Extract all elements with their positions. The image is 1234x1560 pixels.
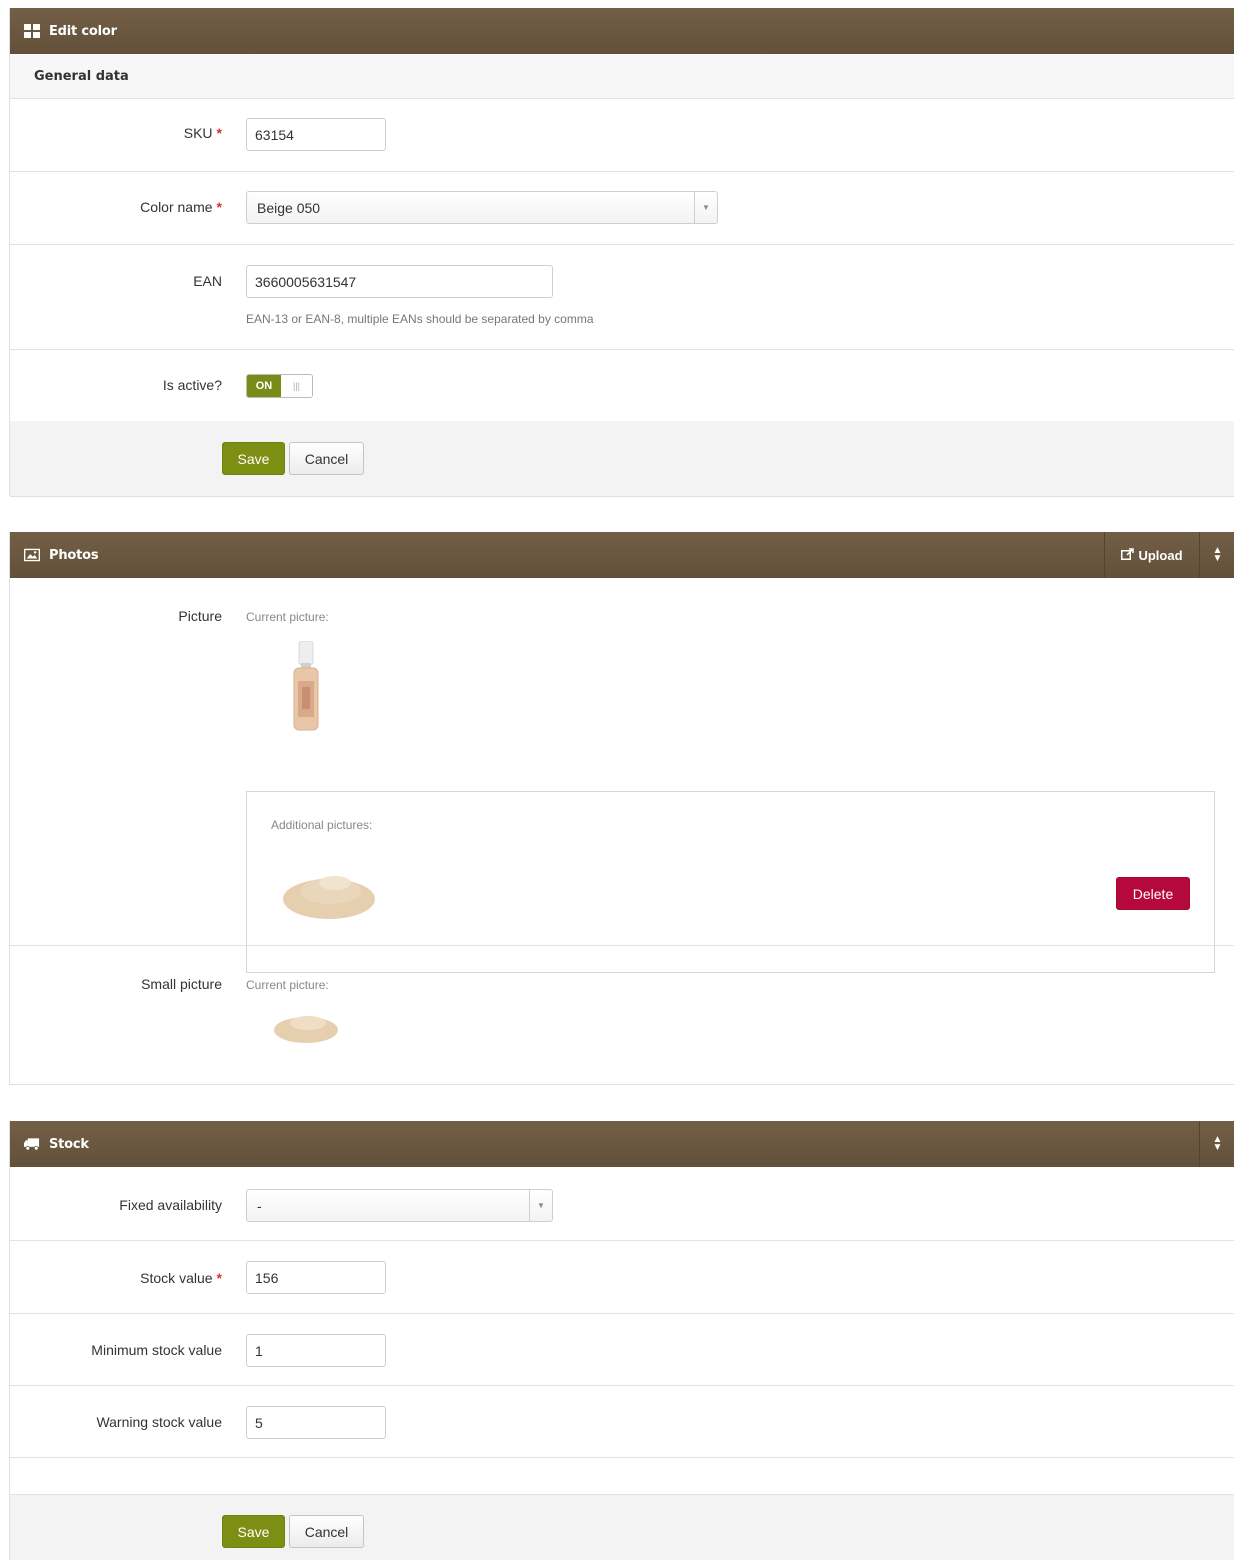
toggle-handle-icon: ||| <box>281 375 312 397</box>
stock-panel: Stock ▲ ▼ Fixed availability - ▼ Stock va… <box>9 1121 1234 1560</box>
photos-header: Photos Upload ▲ ▼ <box>10 532 1234 578</box>
color-name-value: Beige 050 <box>257 199 321 216</box>
truck-icon <box>24 1137 40 1151</box>
stock-value-label: Stock value * <box>140 1270 222 1286</box>
is-active-row: Is active? ON ||| <box>10 350 1234 421</box>
stock-save-button[interactable]: Save <box>222 1515 285 1548</box>
color-name-select[interactable]: Beige 050 ▼ <box>246 191 718 224</box>
toggle-on-label: ON <box>247 375 281 397</box>
picture-label: Picture <box>178 608 222 624</box>
photos-panel: Photos Upload ▲ ▼ Picture Current picture… <box>9 532 1234 1085</box>
minimum-stock-input[interactable]: 1 <box>246 1334 386 1367</box>
sku-label: SKU * <box>183 125 222 141</box>
ean-hint: EAN-13 or EAN-8, multiple EANs should be… <box>246 312 594 326</box>
small-swatch-image <box>272 1008 340 1046</box>
edit-color-title: Edit color <box>49 23 117 39</box>
is-active-label: Is active? <box>162 377 222 393</box>
small-current-picture-label: Current picture: <box>246 978 329 992</box>
stock-value-input[interactable]: 156 <box>246 1261 386 1294</box>
general-data-subheader: General data <box>10 54 1234 99</box>
warning-stock-label: Warning stock value <box>96 1414 222 1430</box>
sort-icon: ▲ ▼ <box>1212 545 1223 564</box>
fixed-availability-value: - <box>257 1197 262 1214</box>
color-name-label: Color name * <box>140 199 222 215</box>
sku-input[interactable]: 63154 <box>246 118 386 151</box>
external-link-icon <box>1121 547 1135 563</box>
save-button[interactable]: Save <box>222 442 285 475</box>
fixed-availability-row: Fixed availability - ▼ <box>10 1167 1234 1241</box>
photos-collapse-toggle[interactable]: ▲ ▼ <box>1199 532 1234 578</box>
current-picture-label: Current picture: <box>246 610 329 624</box>
is-active-toggle[interactable]: ON ||| <box>246 374 313 398</box>
stock-cancel-button[interactable]: Cancel <box>289 1515 364 1548</box>
ean-row: EAN 3660005631547 EAN-13 or EAN-8, multi… <box>10 245 1234 350</box>
small-picture-label: Small picture <box>141 976 222 992</box>
foundation-swatch-image <box>279 865 379 925</box>
upload-button[interactable]: Upload <box>1104 532 1199 578</box>
additional-pictures-label: Additional pictures: <box>271 818 373 832</box>
edit-color-actions: Save Cancel <box>10 421 1234 497</box>
fixed-availability-label: Fixed availability <box>119 1197 222 1213</box>
chevron-down-icon: ▼ <box>694 192 717 223</box>
fixed-availability-select[interactable]: - ▼ <box>246 1189 553 1222</box>
stock-title: Stock <box>49 1136 89 1152</box>
stock-value-row: Stock value * 156 <box>10 1241 1234 1314</box>
stock-header: Stock ▲ ▼ <box>10 1121 1234 1167</box>
sort-icon: ▲ ▼ <box>1212 1134 1223 1153</box>
stock-spacer <box>10 1458 1234 1494</box>
grid-icon <box>24 24 40 38</box>
color-name-row: Color name * Beige 050 ▼ <box>10 172 1234 245</box>
cancel-button[interactable]: Cancel <box>289 442 364 475</box>
image-icon <box>24 548 40 562</box>
stock-actions: Save Cancel <box>10 1494 1234 1560</box>
delete-picture-button[interactable]: Delete <box>1116 877 1190 910</box>
sku-row: SKU * 63154 <box>10 99 1234 172</box>
upload-label: Upload <box>1138 547 1183 563</box>
photos-title: Photos <box>49 547 99 563</box>
minimum-stock-label: Minimum stock value <box>91 1342 222 1358</box>
small-picture-row: Small picture Current picture: <box>10 946 1234 1084</box>
warning-stock-input[interactable]: 5 <box>246 1406 386 1439</box>
edit-color-panel: Edit color General data SKU * 63154 Color… <box>9 8 1234 497</box>
foundation-bottle-image <box>288 640 324 733</box>
ean-input[interactable]: 3660005631547 <box>246 265 553 298</box>
chevron-down-icon: ▼ <box>529 1190 552 1221</box>
ean-label: EAN <box>193 273 222 289</box>
stock-collapse-toggle[interactable]: ▲ ▼ <box>1199 1121 1234 1167</box>
minimum-stock-row: Minimum stock value 1 <box>10 1314 1234 1386</box>
warning-stock-row: Warning stock value 5 <box>10 1386 1234 1458</box>
picture-row: Picture Current picture: Additional pict… <box>10 578 1234 973</box>
edit-color-header: Edit color <box>10 8 1234 54</box>
